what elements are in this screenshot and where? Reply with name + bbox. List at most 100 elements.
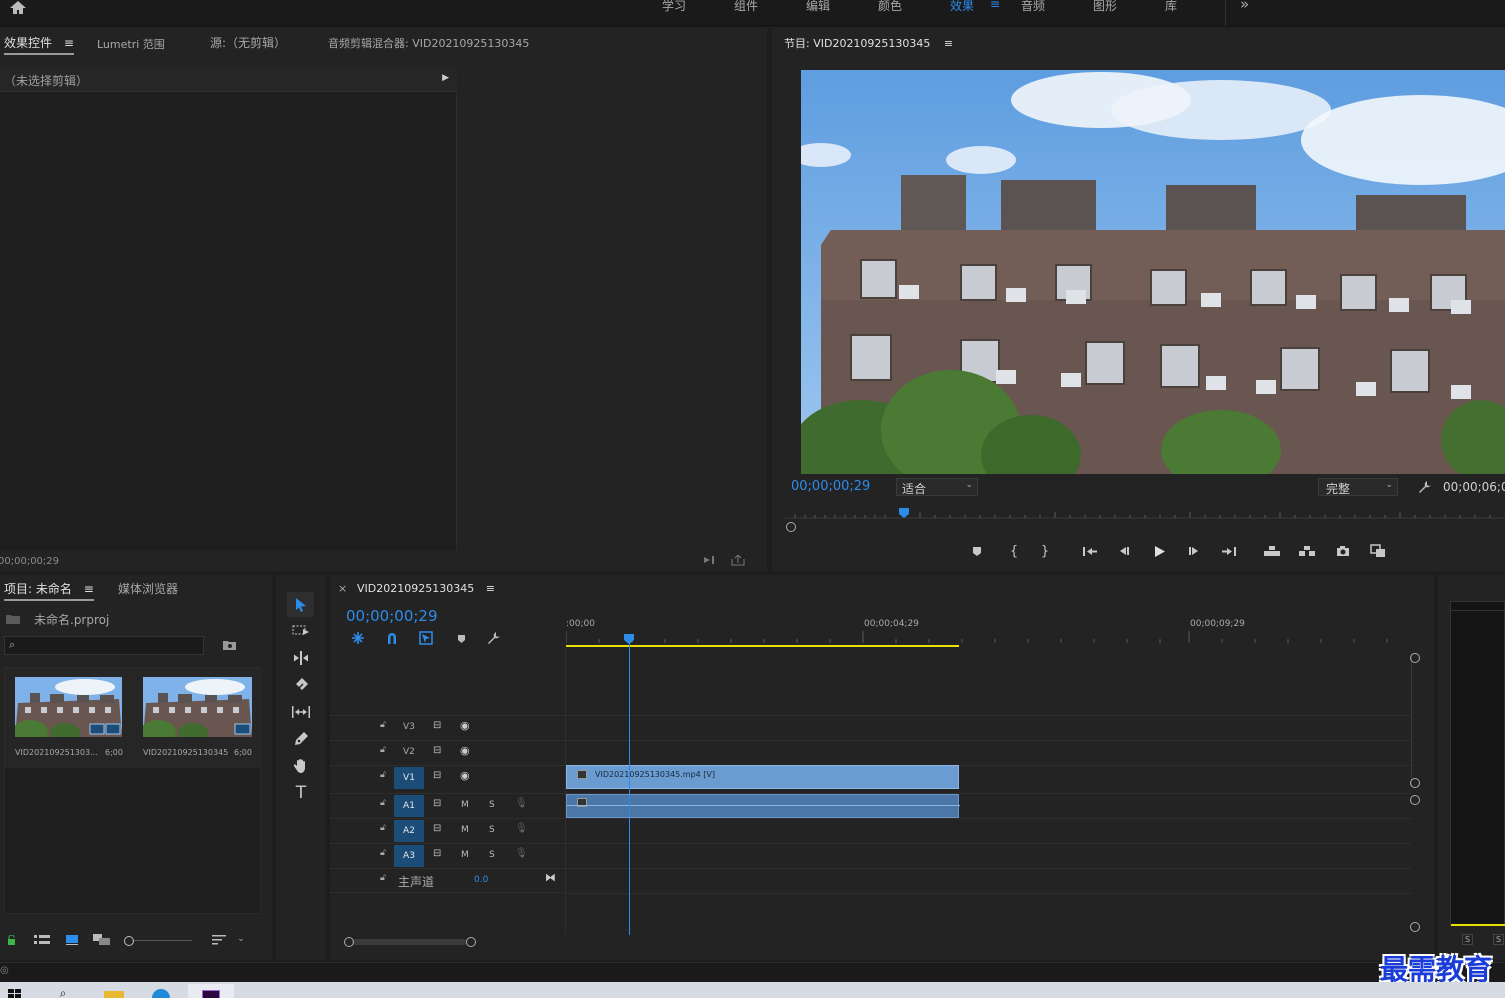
workspace-tab-learn[interactable]: 学习 [662, 0, 686, 14]
master-volume-value[interactable]: 0.0 [474, 875, 488, 885]
pen-tool-icon[interactable] [290, 728, 312, 750]
mark-out-icon[interactable]: } [1038, 543, 1052, 559]
track-label-v3[interactable]: V3 [403, 722, 415, 732]
compare-view-icon[interactable] [1368, 542, 1388, 560]
expand-arrow-icon[interactable]: ▶ [442, 73, 449, 83]
horizontal-scrollbar[interactable] [344, 937, 476, 947]
ripple-edit-tool-icon[interactable] [290, 647, 312, 669]
icon-view-icon[interactable] [64, 933, 80, 947]
lock-icon[interactable]: 🔓︎ [380, 770, 386, 780]
mark-in-icon[interactable]: { [1007, 543, 1021, 559]
eye-icon[interactable]: ◉ [460, 744, 470, 757]
program-scroll-handle[interactable] [786, 522, 796, 532]
edge-browser-icon[interactable] [152, 989, 170, 998]
workspace-overflow-button[interactable]: » [1240, 0, 1249, 13]
workspace-tab-assembly[interactable]: 组件 [734, 0, 758, 14]
meter-solo-right[interactable]: S [1493, 934, 1505, 945]
lock-icon[interactable]: 🔓︎ [380, 823, 386, 833]
workspace-tab-color[interactable]: 颜色 [878, 0, 902, 14]
freeform-view-icon[interactable] [92, 933, 112, 947]
workspace-tab-effects[interactable]: 效果 [950, 0, 974, 14]
mute-button[interactable]: M [461, 850, 469, 860]
lock-icon[interactable]: 🔓︎ [380, 848, 386, 858]
track-target-a2[interactable]: A2 [394, 820, 424, 842]
wrench-icon[interactable] [1417, 479, 1433, 495]
timeline-sequence-tab[interactable]: VID20210925130345 ≡ [357, 582, 495, 595]
microphone-icon[interactable]: 🎙︎ [515, 848, 528, 859]
project-item[interactable]: VID202109251303... 6;00 [5, 668, 133, 768]
project-item[interactable]: VID20210925130345 6;00 [133, 668, 261, 768]
premiere-taskbar-item[interactable] [188, 984, 234, 998]
home-icon[interactable] [8, 0, 28, 14]
mute-button[interactable]: M [461, 800, 469, 810]
scroll-handle-top[interactable] [1410, 653, 1420, 663]
workspace-tab-libraries[interactable]: 库 [1165, 0, 1177, 14]
program-monitor-tab[interactable]: 节目: VID20210925130345 ≡ [784, 35, 953, 51]
project-menu-icon[interactable]: ≡ [84, 582, 94, 596]
sync-lock-icon[interactable]: ⊟ [433, 770, 441, 781]
go-to-edge-icon[interactable]: ⧓ [545, 871, 556, 884]
lock-icon[interactable] [4, 933, 18, 947]
meter-solo-left[interactable]: S [1462, 934, 1474, 945]
panel-menu-icon[interactable]: ≡ [64, 36, 74, 50]
scroll-handle-audio[interactable] [1410, 795, 1420, 805]
quality-select[interactable]: 完整 ⌄ [1318, 478, 1398, 496]
track-target-a1[interactable]: A1 [394, 795, 424, 817]
slip-tool-icon[interactable] [290, 701, 312, 723]
lock-icon[interactable]: 🔓︎ [380, 873, 386, 883]
workspace-tab-graphics[interactable]: 图形 [1093, 0, 1117, 14]
horizontal-scroll-handle-left[interactable] [344, 937, 354, 947]
tab-effect-controls[interactable]: 效果控件 ≡ [4, 34, 74, 55]
track-label-v2[interactable]: V2 [403, 747, 415, 757]
go-to-in-icon[interactable] [1081, 543, 1099, 559]
microphone-icon[interactable]: 🎙︎ [515, 823, 528, 834]
timeline-menu-icon[interactable]: ≡ [486, 582, 495, 595]
solo-button[interactable]: S [489, 800, 495, 810]
play-icon[interactable] [1151, 542, 1169, 560]
video-clip[interactable]: VID20210925130345.mp4 [V] [566, 765, 959, 789]
add-marker-icon[interactable] [454, 631, 468, 647]
tab-media-browser[interactable]: 媒体浏览器 [118, 580, 178, 597]
workspace-tab-editing[interactable]: 编辑 [806, 0, 830, 14]
windows-start-icon[interactable] [6, 986, 24, 998]
sync-lock-icon[interactable]: ⊟ [433, 798, 441, 809]
zoom-slider-handle[interactable] [124, 936, 134, 946]
project-search-input[interactable]: ⌕ [4, 636, 204, 655]
sort-icon[interactable] [210, 933, 228, 947]
solo-button[interactable]: S [489, 825, 495, 835]
step-forward-icon[interactable] [1186, 543, 1202, 559]
go-to-out-icon[interactable] [1220, 543, 1238, 559]
razor-tool-icon[interactable] [290, 674, 312, 696]
timeline-ruler[interactable]: :00;00 00;00;04;29 00;00;09;29 [566, 613, 1411, 649]
audio-clip[interactable] [566, 794, 960, 818]
zoom-select[interactable]: 适合 ⌄ [896, 478, 978, 496]
sync-lock-icon[interactable]: ⊟ [433, 848, 441, 859]
sync-lock-icon[interactable]: ⊟ [433, 720, 441, 731]
sync-lock-icon[interactable]: ⊟ [433, 823, 441, 834]
new-search-bin-icon[interactable] [220, 637, 238, 653]
selection-tool-icon[interactable] [290, 594, 312, 616]
workspace-tab-audio[interactable]: 音频 [1021, 0, 1045, 14]
zoom-slider[interactable] [124, 935, 194, 947]
play-audio-icon[interactable] [702, 554, 718, 566]
program-menu-icon[interactable]: ≡ [944, 37, 953, 50]
program-current-timecode[interactable]: 00;00;00;29 [791, 479, 870, 494]
timeline-settings-wrench-icon[interactable] [486, 630, 502, 646]
lock-icon[interactable]: 🔓︎ [380, 798, 386, 808]
scroll-handle-bottom[interactable] [1410, 922, 1420, 932]
track-target-a3[interactable]: A3 [394, 845, 424, 867]
step-back-icon[interactable] [1116, 543, 1132, 559]
lock-icon[interactable]: 🔓︎ [380, 720, 386, 730]
export-icon[interactable] [730, 554, 746, 566]
eye-icon[interactable]: ◉ [460, 769, 470, 782]
solo-button[interactable]: S [489, 850, 495, 860]
sync-lock-icon[interactable]: ⊟ [433, 745, 441, 756]
eye-icon[interactable]: ◉ [460, 719, 470, 732]
track-select-tool-icon[interactable] [290, 620, 312, 642]
tab-lumetri-scopes[interactable]: Lumetri 范围 [97, 36, 165, 52]
program-video-frame[interactable] [801, 70, 1505, 474]
timeline-timecode[interactable]: 00;00;00;29 [346, 607, 438, 625]
snap-icon[interactable] [384, 630, 400, 646]
nest-toggle-icon[interactable] [350, 630, 366, 646]
taskbar-search-icon[interactable]: ⌕ [56, 986, 70, 998]
